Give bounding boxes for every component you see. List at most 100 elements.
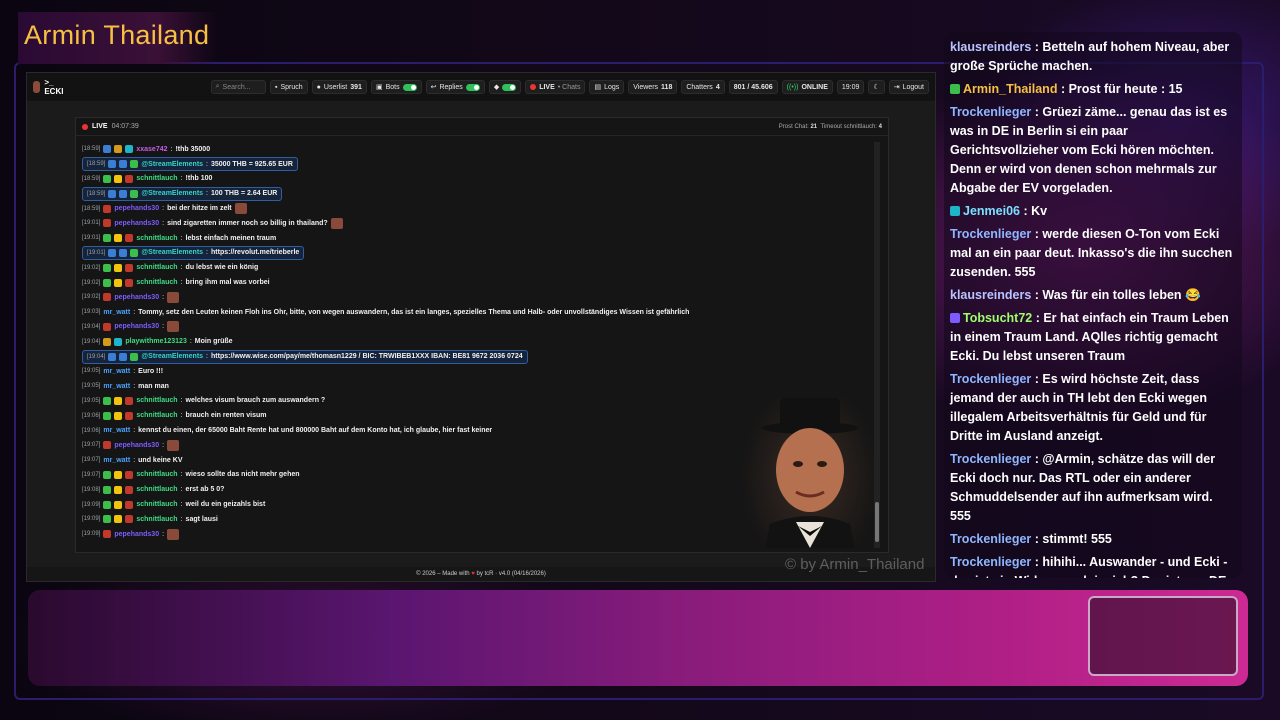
separator: : [180, 515, 183, 523]
viewers-stat: Viewers 118 [628, 80, 678, 94]
user-badge-icon [108, 189, 117, 198]
message-username[interactable]: xxase742 [136, 146, 167, 153]
chat-message: [19:01] schnittlauch: lebst einfach meinen… [80, 231, 880, 246]
userlist-button[interactable]: ● Userlist 391 [311, 80, 367, 94]
live-dot-icon [82, 123, 88, 130]
overlay-chat-message: Trockenlieger : Es wird höchste Zeit, da… [948, 368, 1238, 448]
message-username[interactable]: schnittlauch [136, 397, 177, 404]
stream-title: Armin Thailand [18, 12, 218, 64]
message-username[interactable]: @StreamElements [141, 353, 203, 360]
bot-message-bubble: [19:04] @StreamElements: https://www.wise.… [82, 349, 528, 364]
message-username[interactable]: schnittlauch [136, 516, 177, 523]
sound-switch[interactable] [502, 83, 517, 91]
message-username[interactable]: @StreamElements [141, 161, 203, 168]
bell-icon: ◆ [493, 84, 500, 91]
separator: : [133, 367, 136, 375]
message-username[interactable]: schnittlauch [136, 501, 177, 508]
search-placeholder: Search... [222, 83, 251, 91]
user-badge-icon [114, 515, 123, 524]
separator: : [1057, 82, 1069, 96]
heart-icon: ♥ [471, 571, 475, 577]
prost-label: Prost Chat: [778, 123, 809, 130]
message-text: sagt lausi [185, 515, 218, 523]
message-timestamp: [19:09] [82, 531, 101, 538]
live-label: LIVE [539, 83, 555, 91]
logout-button[interactable]: ⇥ Logout [888, 80, 929, 94]
message-username[interactable]: @StreamElements [141, 249, 203, 256]
message-username[interactable]: playwithme123123 [125, 338, 186, 345]
chat-message: [18:59] pepehands30: bei der hitze im zelt [80, 201, 880, 216]
user-badge-icon [950, 206, 960, 216]
separator: : [206, 190, 208, 198]
overlay-username: Trockenlieger [950, 227, 1032, 241]
user-badge-icon [114, 174, 123, 183]
user-badge-icon [114, 396, 123, 405]
user-badge-icon [125, 396, 134, 405]
overlay-chat-message: Tobsucht72 : Er hat einfach ein Traum Le… [948, 307, 1238, 368]
message-username[interactable]: mr_watt [103, 427, 130, 434]
separator: : [1031, 105, 1043, 119]
message-timestamp: [19:09] [82, 501, 101, 508]
separator: : [206, 249, 208, 257]
message-username[interactable]: schnittlauch [136, 279, 177, 286]
user-badge-icon [125, 174, 134, 183]
message-username[interactable]: schnittlauch [136, 175, 177, 182]
message-username[interactable]: pepehands30 [114, 323, 159, 330]
spruch-button[interactable]: ▪ Spruch [270, 80, 308, 94]
chat-message: [18:59] @StreamElements:35000 THB = 925.6… [80, 157, 880, 172]
replies-switch[interactable] [465, 83, 480, 91]
message-username[interactable]: schnittlauch [136, 412, 177, 419]
message-text: kennst du einen, der 65000 Baht Rente ha… [138, 427, 493, 435]
live-chats-button[interactable]: LIVE • Chats [525, 80, 586, 94]
message-username[interactable]: schnittlauch [136, 471, 177, 478]
replies-toggle[interactable]: ↩ Replies [425, 80, 485, 94]
message-username[interactable]: schnittlauch [136, 264, 177, 271]
message-text: !thb 35000 [175, 145, 211, 153]
message-username[interactable]: @StreamElements [141, 190, 203, 197]
message-username[interactable]: mr_watt [103, 457, 130, 464]
sound-toggle[interactable]: ◆ [488, 80, 522, 94]
user-badge-icon [103, 219, 112, 228]
message-username[interactable]: schnittlauch [136, 486, 177, 493]
brand[interactable]: >_ ECKI [33, 78, 67, 96]
overlay-username: Jenmei06 [963, 204, 1020, 218]
separator: : [162, 530, 165, 538]
user-badge-icon [125, 263, 134, 272]
message-text: Euro !!! [138, 367, 164, 375]
message-timestamp: [19:07] [82, 471, 101, 478]
overlay-message-text: stimmt! 555 [1042, 532, 1112, 546]
message-username[interactable]: pepehands30 [114, 442, 159, 449]
avatar [33, 81, 41, 93]
message-username[interactable]: mr_watt [103, 309, 130, 316]
message-username[interactable]: pepehands30 [114, 294, 159, 301]
chat-message-list[interactable]: [18:59] xxase742: !thb 35000 [18:59] @Stream… [80, 142, 880, 548]
overlay-message-text: Prost für heute : 15 [1068, 82, 1183, 96]
theme-toggle-button[interactable]: ☾ [868, 80, 885, 94]
user-badge-icon [125, 500, 134, 509]
user-badge-icon [103, 278, 112, 287]
message-text: https://revolut.me/trieberle [211, 249, 300, 257]
separator: : [1032, 311, 1044, 325]
message-username[interactable]: schnittlauch [136, 235, 177, 242]
bots-switch[interactable] [402, 83, 417, 91]
message-username[interactable]: pepehands30 [114, 220, 159, 227]
message-username[interactable]: mr_watt [103, 383, 130, 390]
message-username[interactable]: pepehands30 [114, 205, 159, 212]
chat-message: [19:02] schnittlauch: bring ihm mal was vo… [80, 275, 880, 290]
bots-toggle[interactable]: ▣ Bots [370, 80, 422, 94]
document-icon: ▤ [594, 84, 602, 91]
user-badge-icon [103, 441, 112, 450]
message-username[interactable]: pepehands30 [114, 531, 159, 538]
chat-scrollbar[interactable] [874, 142, 880, 548]
logs-label: Logs [604, 83, 620, 91]
message-timestamp: [19:05] [82, 397, 101, 404]
ratio-stat: 801 / 45.606 [728, 80, 778, 94]
user-icon: ● [316, 83, 321, 91]
message-username[interactable]: mr_watt [103, 368, 130, 375]
user-badge-icon [103, 470, 112, 479]
logs-button[interactable]: ▤ Logs [589, 80, 625, 94]
search-input[interactable]: ⌕ Search... [210, 80, 266, 94]
user-badge-icon [114, 500, 123, 509]
user-badge-icon [114, 470, 123, 479]
message-timestamp: [18:59] [82, 205, 101, 212]
